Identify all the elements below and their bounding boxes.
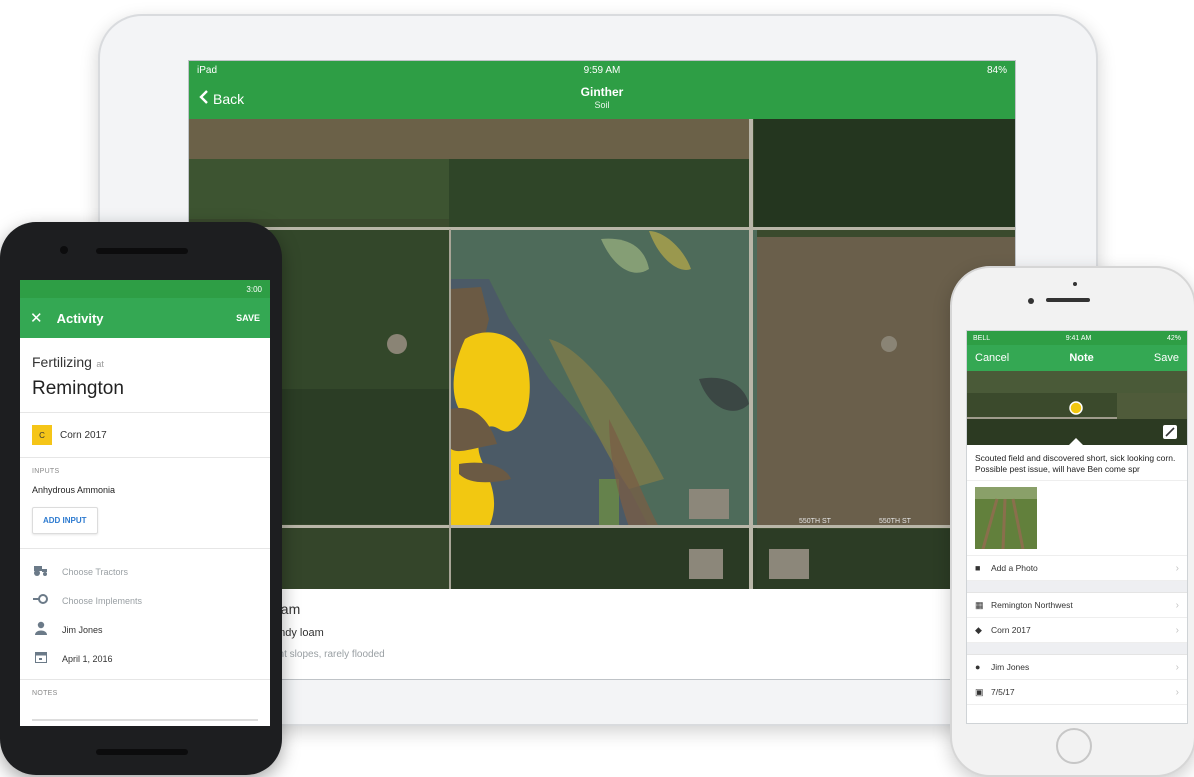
implements-row[interactable]: Choose Implements <box>20 586 270 615</box>
save-button[interactable]: SAVE <box>236 313 260 323</box>
android-time: 3:00 <box>246 285 262 294</box>
iphone-nav-bar: Cancel Note Save <box>967 345 1187 371</box>
chevron-right-icon: › <box>1175 562 1179 574</box>
iphone-device: BELL 9:41 AM 42% Cancel Note Save Scoute… <box>950 266 1194 777</box>
calendar-icon: ▣ <box>975 686 984 697</box>
iphone-carrier: BELL <box>973 334 991 342</box>
road-label-2: 550TH ST <box>879 518 912 525</box>
iphone-status-bar: BELL 9:41 AM 42% <box>967 331 1187 345</box>
section-gap <box>967 643 1187 656</box>
page-subtitle: Soil <box>594 100 610 110</box>
page-title: Ginther <box>580 85 624 99</box>
ipad-carrier: iPad <box>197 64 218 76</box>
soil-info-panel: oam andy loam ent slopes, rarely flooded <box>189 589 1015 660</box>
inputs-label: INPUTS <box>32 468 60 475</box>
field-icon: ▦ <box>975 599 984 610</box>
add-input-button[interactable]: ADD INPUT <box>32 507 98 534</box>
photo-section <box>967 481 1187 557</box>
operator-row[interactable]: Jim Jones <box>20 615 270 644</box>
soil-description: ent slopes, rarely flooded <box>273 649 385 660</box>
road-label-1: 550TH ST <box>799 518 832 525</box>
notes-divider <box>32 719 258 721</box>
tractor-icon <box>32 564 50 579</box>
android-app-bar: ✕ Activity SAVE <box>20 298 270 338</box>
iphone-battery: 42% <box>1166 334 1181 342</box>
person-icon: ● <box>975 662 981 673</box>
implement-icon <box>32 593 50 608</box>
operator-label: Jim Jones <box>62 624 103 635</box>
crop-row-label: Corn 2017 <box>991 625 1031 636</box>
iphone-time: 9:41 AM <box>1065 334 1092 342</box>
close-icon[interactable]: ✕ <box>30 309 43 327</box>
person-icon <box>32 621 50 638</box>
add-photo-row[interactable]: ■ Add a Photo › <box>967 556 1187 582</box>
app-bar-title: Activity <box>56 310 104 326</box>
ipad-screen: iPad 9:59 AM 84% Back Ginther Soil 550TH… <box>188 60 1016 680</box>
field-label: Remington Northwest <box>991 600 1073 611</box>
tractors-label: Choose Tractors <box>62 566 129 577</box>
chevron-right-icon: › <box>1175 661 1179 673</box>
chevron-right-icon: › <box>1175 599 1179 611</box>
earpiece-speaker <box>1046 298 1090 302</box>
crop-selector[interactable]: C Corn 2017 <box>20 413 270 458</box>
ipad-battery: 84% <box>986 64 1007 76</box>
calendar-icon <box>32 651 50 666</box>
crop-badge: C <box>32 425 52 445</box>
speaker-grille <box>96 248 188 254</box>
cancel-button[interactable]: Cancel <box>975 352 1009 364</box>
activity-action[interactable]: Fertilizing <box>32 354 92 370</box>
ipad-status-bar: iPad 9:59 AM 84% <box>189 61 1015 79</box>
person-row[interactable]: ● Jim Jones › <box>967 655 1187 681</box>
add-photo-label: Add a Photo <box>991 563 1038 574</box>
activity-header: Fertilizing at Remington <box>20 338 270 413</box>
crop-label: Corn 2017 <box>60 429 107 441</box>
notes-label: NOTES <box>32 690 58 697</box>
note-save-button[interactable]: Save <box>1154 352 1179 364</box>
device-showcase: iPad 9:59 AM 84% Back Ginther Soil 550TH… <box>0 0 1194 777</box>
iphone-screen: BELL 9:41 AM 42% Cancel Note Save Scoute… <box>966 330 1188 724</box>
section-gap <box>967 581 1187 594</box>
leaf-icon: ◆ <box>975 624 982 635</box>
note-text[interactable]: Scouted field and discovered short, sick… <box>967 445 1187 482</box>
android-device: 3:00 ✕ Activity SAVE Fertilizing at Remi… <box>0 222 282 775</box>
soil-name: oam <box>273 601 301 617</box>
front-camera <box>1028 298 1034 304</box>
note-photo[interactable] <box>975 487 1037 550</box>
ipad-nav-bar: Back Ginther Soil <box>189 79 1015 119</box>
note-date-label: 7/5/17 <box>991 687 1015 698</box>
android-status-bar: 3:00 <box>20 280 270 298</box>
camera-icon: ■ <box>975 563 981 574</box>
soil-map[interactable]: 550TH ST 550TH ST <box>189 119 1015 589</box>
note-title: Note <box>1069 352 1094 364</box>
chevron-right-icon: › <box>1175 624 1179 636</box>
implements-label: Choose Implements <box>62 595 143 606</box>
field-row[interactable]: ▦ Remington Northwest › <box>967 593 1187 619</box>
date-label: April 1, 2016 <box>62 653 113 664</box>
note-location-map[interactable] <box>967 371 1187 445</box>
activity-place[interactable]: Remington <box>32 378 258 400</box>
soil-type: andy loam <box>273 627 324 639</box>
camera-lens <box>60 246 68 254</box>
notes-section[interactable]: NOTES <box>20 679 270 726</box>
ipad-time: 9:59 AM <box>583 64 621 76</box>
crop-row[interactable]: ◆ Corn 2017 › <box>967 618 1187 644</box>
activity-at: at <box>96 359 104 369</box>
date-row[interactable]: April 1, 2016 <box>20 644 270 673</box>
chevron-right-icon: › <box>1175 686 1179 698</box>
proximity-sensor <box>1073 282 1077 286</box>
tractors-row[interactable]: Choose Tractors <box>20 557 270 586</box>
person-label: Jim Jones <box>991 662 1030 673</box>
speaker-grille-bottom <box>96 749 188 755</box>
date-row[interactable]: ▣ 7/5/17 › <box>967 680 1187 706</box>
home-button[interactable] <box>1056 728 1092 764</box>
input-item[interactable]: Anhydrous Ammonia <box>32 485 258 495</box>
android-screen: 3:00 ✕ Activity SAVE Fertilizing at Remi… <box>20 280 270 726</box>
inputs-section: INPUTS Anhydrous Ammonia ADD INPUT <box>20 458 270 549</box>
